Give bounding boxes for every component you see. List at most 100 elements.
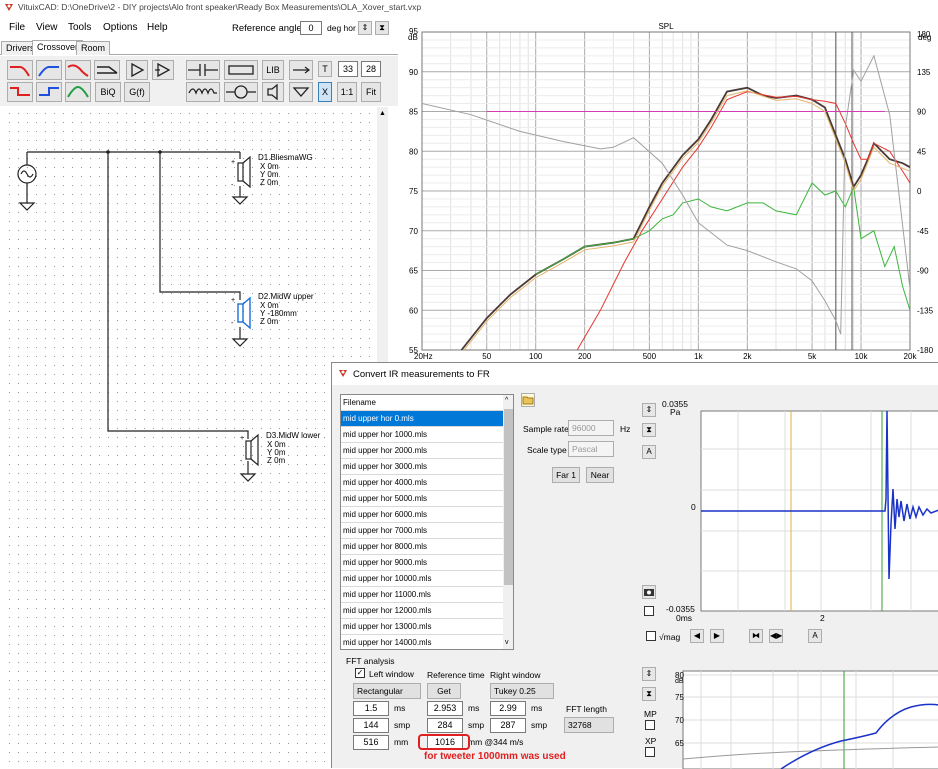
fr-updown-button[interactable]: ⇕ [642, 667, 656, 681]
left-window-mm[interactable]: 516 [353, 735, 389, 750]
highpass-blue2-button[interactable] [36, 82, 62, 102]
fft-length-select[interactable]: 32768 [564, 717, 614, 733]
file-list-item[interactable]: mid upper hor 10000.mls [341, 571, 503, 587]
driver-3-name[interactable]: D3.MidW lower [266, 432, 320, 440]
get-button[interactable]: Get [427, 683, 461, 699]
menu-help[interactable]: Help [147, 22, 168, 33]
wire-button[interactable] [289, 60, 313, 80]
file-list-item[interactable]: mid upper hor 11000.mls [341, 587, 503, 603]
file-list-item[interactable]: mid upper hor 3000.mls [341, 459, 503, 475]
file-list-item[interactable]: mid upper hor 1000.mls [341, 427, 503, 443]
far-button[interactable]: Far 1 [552, 467, 580, 483]
zoom-1-1-button[interactable]: 1:1 [337, 82, 357, 102]
fr-zoom-button[interactable]: ⧗ [642, 687, 656, 701]
ir-right-button[interactable]: ▶ [710, 629, 724, 643]
svg-text:+: + [231, 159, 235, 166]
scale-type-select[interactable]: Pascal [568, 441, 614, 457]
file-list[interactable]: Filename mid upper hor 0.mls mid upper ho… [340, 394, 514, 650]
reference-ms[interactable]: 2.953 [427, 701, 463, 716]
lowpass-icon [10, 66, 30, 77]
file-list-header[interactable]: Filename [341, 395, 503, 411]
sample-rate-select[interactable]: 96000 [568, 420, 614, 436]
tab-room[interactable]: Room [76, 41, 111, 55]
file-list-item[interactable]: mid upper hor 7000.mls [341, 523, 503, 539]
impulse-response-chart[interactable] [661, 399, 938, 629]
mm-unit: mm [394, 737, 409, 747]
left-window-ms[interactable]: 1.5 [353, 701, 389, 716]
file-list-item[interactable]: mid upper hor 13000.mls [341, 619, 503, 635]
file-list-item[interactable]: mid upper hor 5000.mls [341, 491, 503, 507]
driver-2-name[interactable]: D2.MidW upper [258, 293, 314, 301]
x-button[interactable]: X [318, 82, 332, 102]
right-window-smp[interactable]: 287 [490, 718, 526, 733]
ir-a-button[interactable]: A [642, 445, 656, 459]
lowpass2-button[interactable] [65, 60, 91, 80]
file-list-item[interactable]: mid upper hor 6000.mls [341, 507, 503, 523]
opamp-button[interactable] [152, 60, 174, 80]
driver-1-name[interactable]: D1.BliesmaWG [258, 154, 313, 162]
ir-left-button[interactable]: ◀ [690, 629, 704, 643]
file-list-item[interactable]: mid upper hor 0.mls [341, 411, 503, 427]
ir-shrink-button[interactable]: ⧓ [749, 629, 763, 643]
dialog-title: Convert IR measurements to FR [353, 369, 490, 380]
driver-button[interactable] [262, 82, 284, 102]
capacitor-button[interactable] [186, 60, 220, 80]
file-list-item[interactable]: mid upper hor 14000.mls [341, 635, 503, 649]
vmag-checkbox[interactable] [646, 631, 656, 641]
ir-updown-button[interactable]: ⇕ [642, 403, 656, 417]
lib-button[interactable]: LIB [262, 60, 284, 80]
ir-expand-button[interactable]: ◀▶ [769, 629, 783, 643]
camera-button[interactable] [642, 585, 656, 599]
angle-spinner-button[interactable]: ⇕ [358, 21, 372, 35]
file-list-item[interactable]: mid upper hor 8000.mls [341, 539, 503, 555]
reference-angle-input[interactable]: 0 [300, 21, 322, 35]
gf-button[interactable]: G(f) [124, 82, 150, 102]
file-list-item[interactable]: mid upper hor 4000.mls [341, 475, 503, 491]
menu-tools[interactable]: Tools [68, 22, 91, 33]
lowpass-red-button[interactable] [7, 60, 33, 80]
grid-value-33[interactable]: 33 [338, 61, 358, 77]
mp-checkbox[interactable] [645, 720, 655, 730]
xp-checkbox[interactable] [645, 747, 655, 757]
file-list-scrollbar[interactable]: ^ v [503, 395, 513, 649]
ir-zoom-button[interactable]: ⧗ [642, 423, 656, 437]
inductor-button[interactable] [186, 82, 220, 102]
reference-angle-label: Reference angle [232, 23, 302, 34]
near-button[interactable]: Near [586, 467, 614, 483]
file-list-item[interactable]: mid upper hor 12000.mls [341, 603, 503, 619]
shelf-button[interactable] [94, 60, 120, 80]
menu-options[interactable]: Options [103, 22, 137, 33]
open-folder-button[interactable] [521, 393, 535, 407]
ground-button[interactable] [289, 82, 313, 102]
zoom-fit-button[interactable]: Fit [361, 82, 381, 102]
ir-option-checkbox[interactable] [644, 606, 654, 616]
resistor-button[interactable] [224, 60, 258, 80]
right-window-ms[interactable]: 2.99 [490, 701, 526, 716]
lowpass-red2-button[interactable] [7, 82, 33, 102]
spl-y-tick: 80 [409, 147, 418, 156]
file-list-item[interactable]: mid upper hor 9000.mls [341, 555, 503, 571]
spl-chart[interactable]: SPLdB deg95908580757065605518013590450-45… [398, 18, 938, 368]
menu-view[interactable]: View [36, 22, 58, 33]
bandpass-green-button[interactable] [65, 82, 91, 102]
left-window-smp[interactable]: 144 [353, 718, 389, 733]
file-list-item[interactable]: mid upper hor 2000.mls [341, 443, 503, 459]
left-window-select[interactable]: Rectangular [353, 683, 421, 699]
highpass-blue-button[interactable] [36, 60, 62, 80]
source-button[interactable] [224, 82, 258, 102]
ir-a2-button[interactable]: A [808, 629, 822, 643]
reference-smp[interactable]: 284 [427, 718, 463, 733]
angle-collapse-button[interactable]: ⧗ [375, 21, 389, 35]
menu-file[interactable]: File [9, 22, 25, 33]
lowpass2-icon [10, 87, 30, 96]
biq-button[interactable]: BiQ [95, 82, 121, 102]
dialog-title-bar: Convert IR measurements to FR [332, 363, 938, 385]
frequency-response-chart[interactable]: 80757065dB [661, 663, 938, 769]
buffer-button[interactable] [126, 60, 148, 80]
right-window-select[interactable]: Tukey 0.25 [490, 683, 554, 699]
grid-value-28[interactable]: 28 [361, 61, 381, 77]
spl-y-tick: 85 [409, 108, 418, 117]
left-window-checkbox[interactable]: ✓ [355, 668, 365, 678]
file-list-scroll-thumb[interactable] [504, 409, 513, 585]
t-button[interactable]: T [318, 61, 332, 77]
